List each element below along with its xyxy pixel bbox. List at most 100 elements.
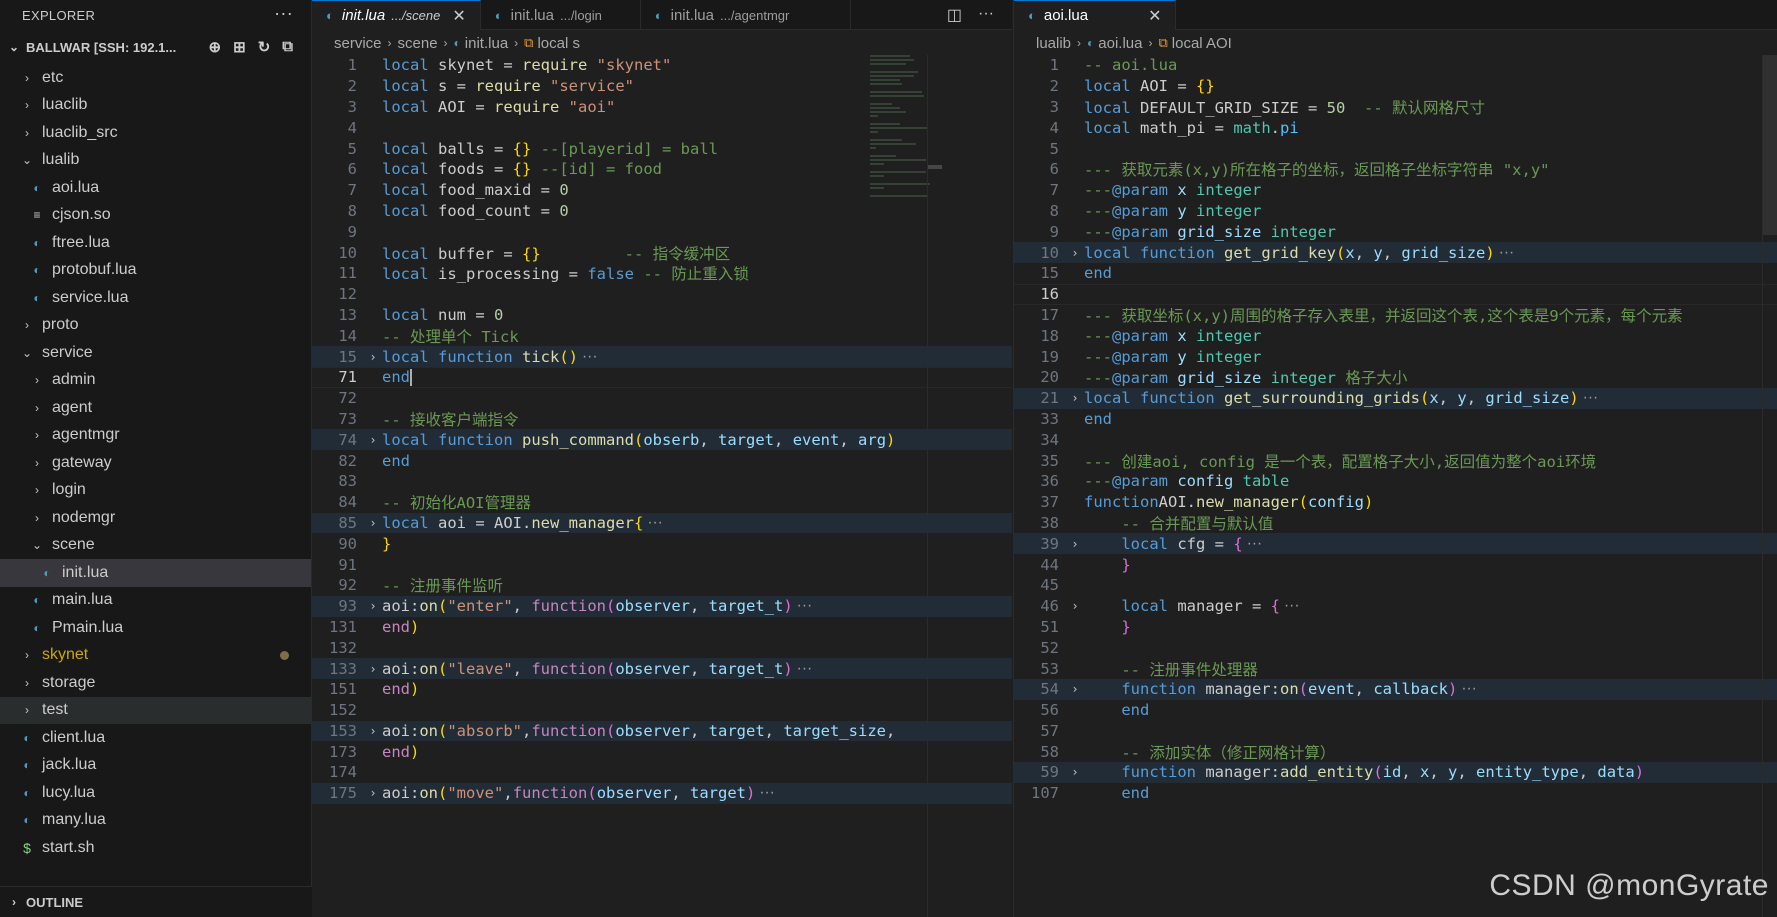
outline-section[interactable]: › OUTLINE <box>0 886 317 917</box>
folder-agent[interactable]: › agent <box>0 394 311 422</box>
folded-region-ellipsis[interactable]: ··· <box>1583 389 1599 407</box>
code-line[interactable]: 175 › aoi:on("move",function(observer, tar… <box>312 782 1012 804</box>
fold-chevron-icon[interactable]: › <box>364 724 382 738</box>
folder-proto[interactable]: › proto <box>0 312 311 340</box>
tab-init-scene[interactable]: ◐ init.lua .../scene ✕ <box>312 0 481 30</box>
code-line[interactable]: 4 local math_pi = math.pi <box>1014 117 1777 138</box>
folded-region-ellipsis[interactable]: ··· <box>1247 535 1263 553</box>
code-line[interactable]: 72 <box>312 388 1012 409</box>
folded-region-ellipsis[interactable]: ··· <box>647 514 663 532</box>
scrollbar-thumb[interactable] <box>928 165 942 169</box>
code-line[interactable]: 74 › local function push_command(obserb, t… <box>312 429 1012 451</box>
tab-init-agentmgr[interactable]: ◐ init.lua .../agentmgr <box>641 0 851 30</box>
breadcrumb-item[interactable]: scene <box>398 35 438 52</box>
code-line[interactable]: 83 <box>312 471 1012 492</box>
folder-luaclib[interactable]: › luaclib <box>0 92 311 120</box>
file-init-lua[interactable]: ◐ init.lua <box>0 559 311 587</box>
folded-region-ellipsis[interactable]: ··· <box>1461 680 1477 698</box>
code-line[interactable]: 14 -- 处理单个 Tick <box>312 325 1012 346</box>
code-line[interactable]: 1 -- aoi.lua <box>1014 55 1777 76</box>
file-lucy-lua[interactable]: ◐ lucy.lua <box>0 779 311 807</box>
breadcrumb-item[interactable]: service <box>334 35 382 52</box>
workspace-root[interactable]: ⌄ BALLWAR [SSH: 192.1... ⊕ ⊞ ↻ ⧉ <box>0 30 311 64</box>
fold-chevron-icon[interactable]: › <box>364 662 382 676</box>
code-line[interactable]: 58 -- 添加实体（修正网格计算） <box>1014 741 1777 762</box>
code-line[interactable]: 84 -- 初始化AOI管理器 <box>312 492 1012 513</box>
code-line[interactable]: 153 › aoi:on("absorb",function(observer, t… <box>312 720 1012 742</box>
folder-gateway[interactable]: › gateway <box>0 449 311 477</box>
code-line[interactable]: 46 › local manager = {··· <box>1014 596 1777 617</box>
fold-chevron-icon[interactable]: › <box>364 433 382 447</box>
folder-admin[interactable]: › admin <box>0 367 311 395</box>
file-many-lua[interactable]: ◐ many.lua <box>0 807 311 835</box>
more-actions-icon[interactable]: ··· <box>274 3 293 24</box>
code-line[interactable]: 71 end <box>312 366 1012 388</box>
folder-test[interactable]: › test <box>0 696 311 724</box>
code-line[interactable]: 93 › aoi:on("enter", function(observer, ta… <box>312 595 1012 617</box>
code-line[interactable]: 19 ---@param y integer <box>1014 346 1777 367</box>
folded-region-ellipsis[interactable]: ··· <box>582 348 598 366</box>
folded-region-ellipsis[interactable]: ··· <box>797 660 813 678</box>
folded-region-ellipsis[interactable]: ··· <box>797 597 813 615</box>
scrollbar-thumb[interactable] <box>1763 55 1777 235</box>
file-Pmain-lua[interactable]: ◐ Pmain.lua <box>0 614 311 642</box>
collapse-all-icon[interactable]: ⧉ <box>282 38 293 56</box>
code-line[interactable]: 59 › function manager:add_entity(id, x, y… <box>1014 762 1777 783</box>
folder-service[interactable]: ⌄ service <box>0 339 311 367</box>
code-line[interactable]: 174 <box>312 762 1012 783</box>
fold-chevron-icon[interactable]: › <box>1066 391 1084 405</box>
code-line[interactable]: 151 end) <box>312 679 1012 700</box>
code-line[interactable]: 92 -- 注册事件监听 <box>312 575 1012 596</box>
vertical-scrollbar[interactable] <box>927 55 942 917</box>
code-line[interactable]: 73 -- 接收客户端指令 <box>312 409 1012 430</box>
new-folder-icon[interactable]: ⊞ <box>233 38 246 56</box>
code-line[interactable]: 13 local num = 0 <box>312 305 1012 326</box>
folder-etc[interactable]: › etc <box>0 64 311 92</box>
code-line[interactable]: 91 <box>312 554 1012 575</box>
vertical-scrollbar[interactable] <box>1762 55 1777 917</box>
close-icon[interactable]: ✕ <box>1148 6 1161 26</box>
code-line[interactable]: 7 ---@param x integer <box>1014 180 1777 201</box>
code-line[interactable]: 15 › local function tick() ··· <box>312 346 1012 367</box>
code-line[interactable]: 36 ---@param config table <box>1014 471 1777 492</box>
code-line[interactable]: 12 <box>312 284 1012 305</box>
code-line[interactable]: 15 end <box>1014 263 1777 284</box>
breadcrumb-item[interactable]: aoi.lua <box>1098 35 1142 52</box>
file-service-lua[interactable]: ◐ service.lua <box>0 284 311 312</box>
code-area-right[interactable]: 1 -- aoi.lua 2 local AOI = {} 3 local DEFAULT… <box>1014 55 1777 804</box>
code-line[interactable]: 45 <box>1014 575 1777 596</box>
code-line[interactable]: 57 <box>1014 721 1777 742</box>
file-cjson-so[interactable]: ≡ cjson.so <box>0 202 311 230</box>
code-line[interactable]: 52 <box>1014 637 1777 658</box>
file-main-lua[interactable]: ◐ main.lua <box>0 587 311 615</box>
code-line[interactable]: 85 › local aoi = AOI.new_manager{··· <box>312 512 1012 534</box>
code-line[interactable]: 132 <box>312 637 1012 658</box>
code-line[interactable]: 18 ---@param x integer <box>1014 325 1777 346</box>
code-line[interactable]: 34 <box>1014 429 1777 450</box>
code-line[interactable]: 82 end <box>312 450 1012 471</box>
more-actions-icon[interactable]: ··· <box>978 5 994 25</box>
breadcrumb-item[interactable]: init.lua <box>465 35 508 52</box>
code-line[interactable]: 107 end <box>1014 783 1777 804</box>
code-line[interactable]: 6 --- 获取元素(x,y)所在格子的坐标，返回格子坐标字符串 "x,y" <box>1014 159 1777 180</box>
code-line[interactable]: 90} <box>312 533 1012 554</box>
fold-chevron-icon[interactable]: › <box>364 599 382 613</box>
folded-region-ellipsis[interactable]: ··· <box>759 784 775 802</box>
folded-region-ellipsis[interactable]: ··· <box>1499 244 1515 262</box>
code-line[interactable]: 44 } <box>1014 554 1777 575</box>
folder-storage[interactable]: › storage <box>0 669 311 697</box>
new-file-icon[interactable]: ⊕ <box>209 38 222 56</box>
code-line[interactable]: 133 › aoi:on("leave", function(observer, t… <box>312 658 1012 679</box>
folder-skynet[interactable]: › skynet <box>0 642 311 670</box>
file-protobuf-lua[interactable]: ◐ protobuf.lua <box>0 257 311 285</box>
file-ftree-lua[interactable]: ◐ ftree.lua <box>0 229 311 257</box>
code-line[interactable]: 5 <box>1014 138 1777 159</box>
fold-chevron-icon[interactable]: › <box>1066 246 1084 260</box>
fold-chevron-icon[interactable]: › <box>1066 765 1084 779</box>
folded-region-ellipsis[interactable]: ··· <box>1284 597 1300 615</box>
file-client-lua[interactable]: ◐ client.lua <box>0 724 311 752</box>
refresh-icon[interactable]: ↻ <box>258 38 271 56</box>
tab-init-login[interactable]: ◐ init.lua .../login <box>481 0 641 30</box>
close-icon[interactable]: ✕ <box>452 6 465 26</box>
file-start-sh[interactable]: $ start.sh <box>0 834 311 862</box>
